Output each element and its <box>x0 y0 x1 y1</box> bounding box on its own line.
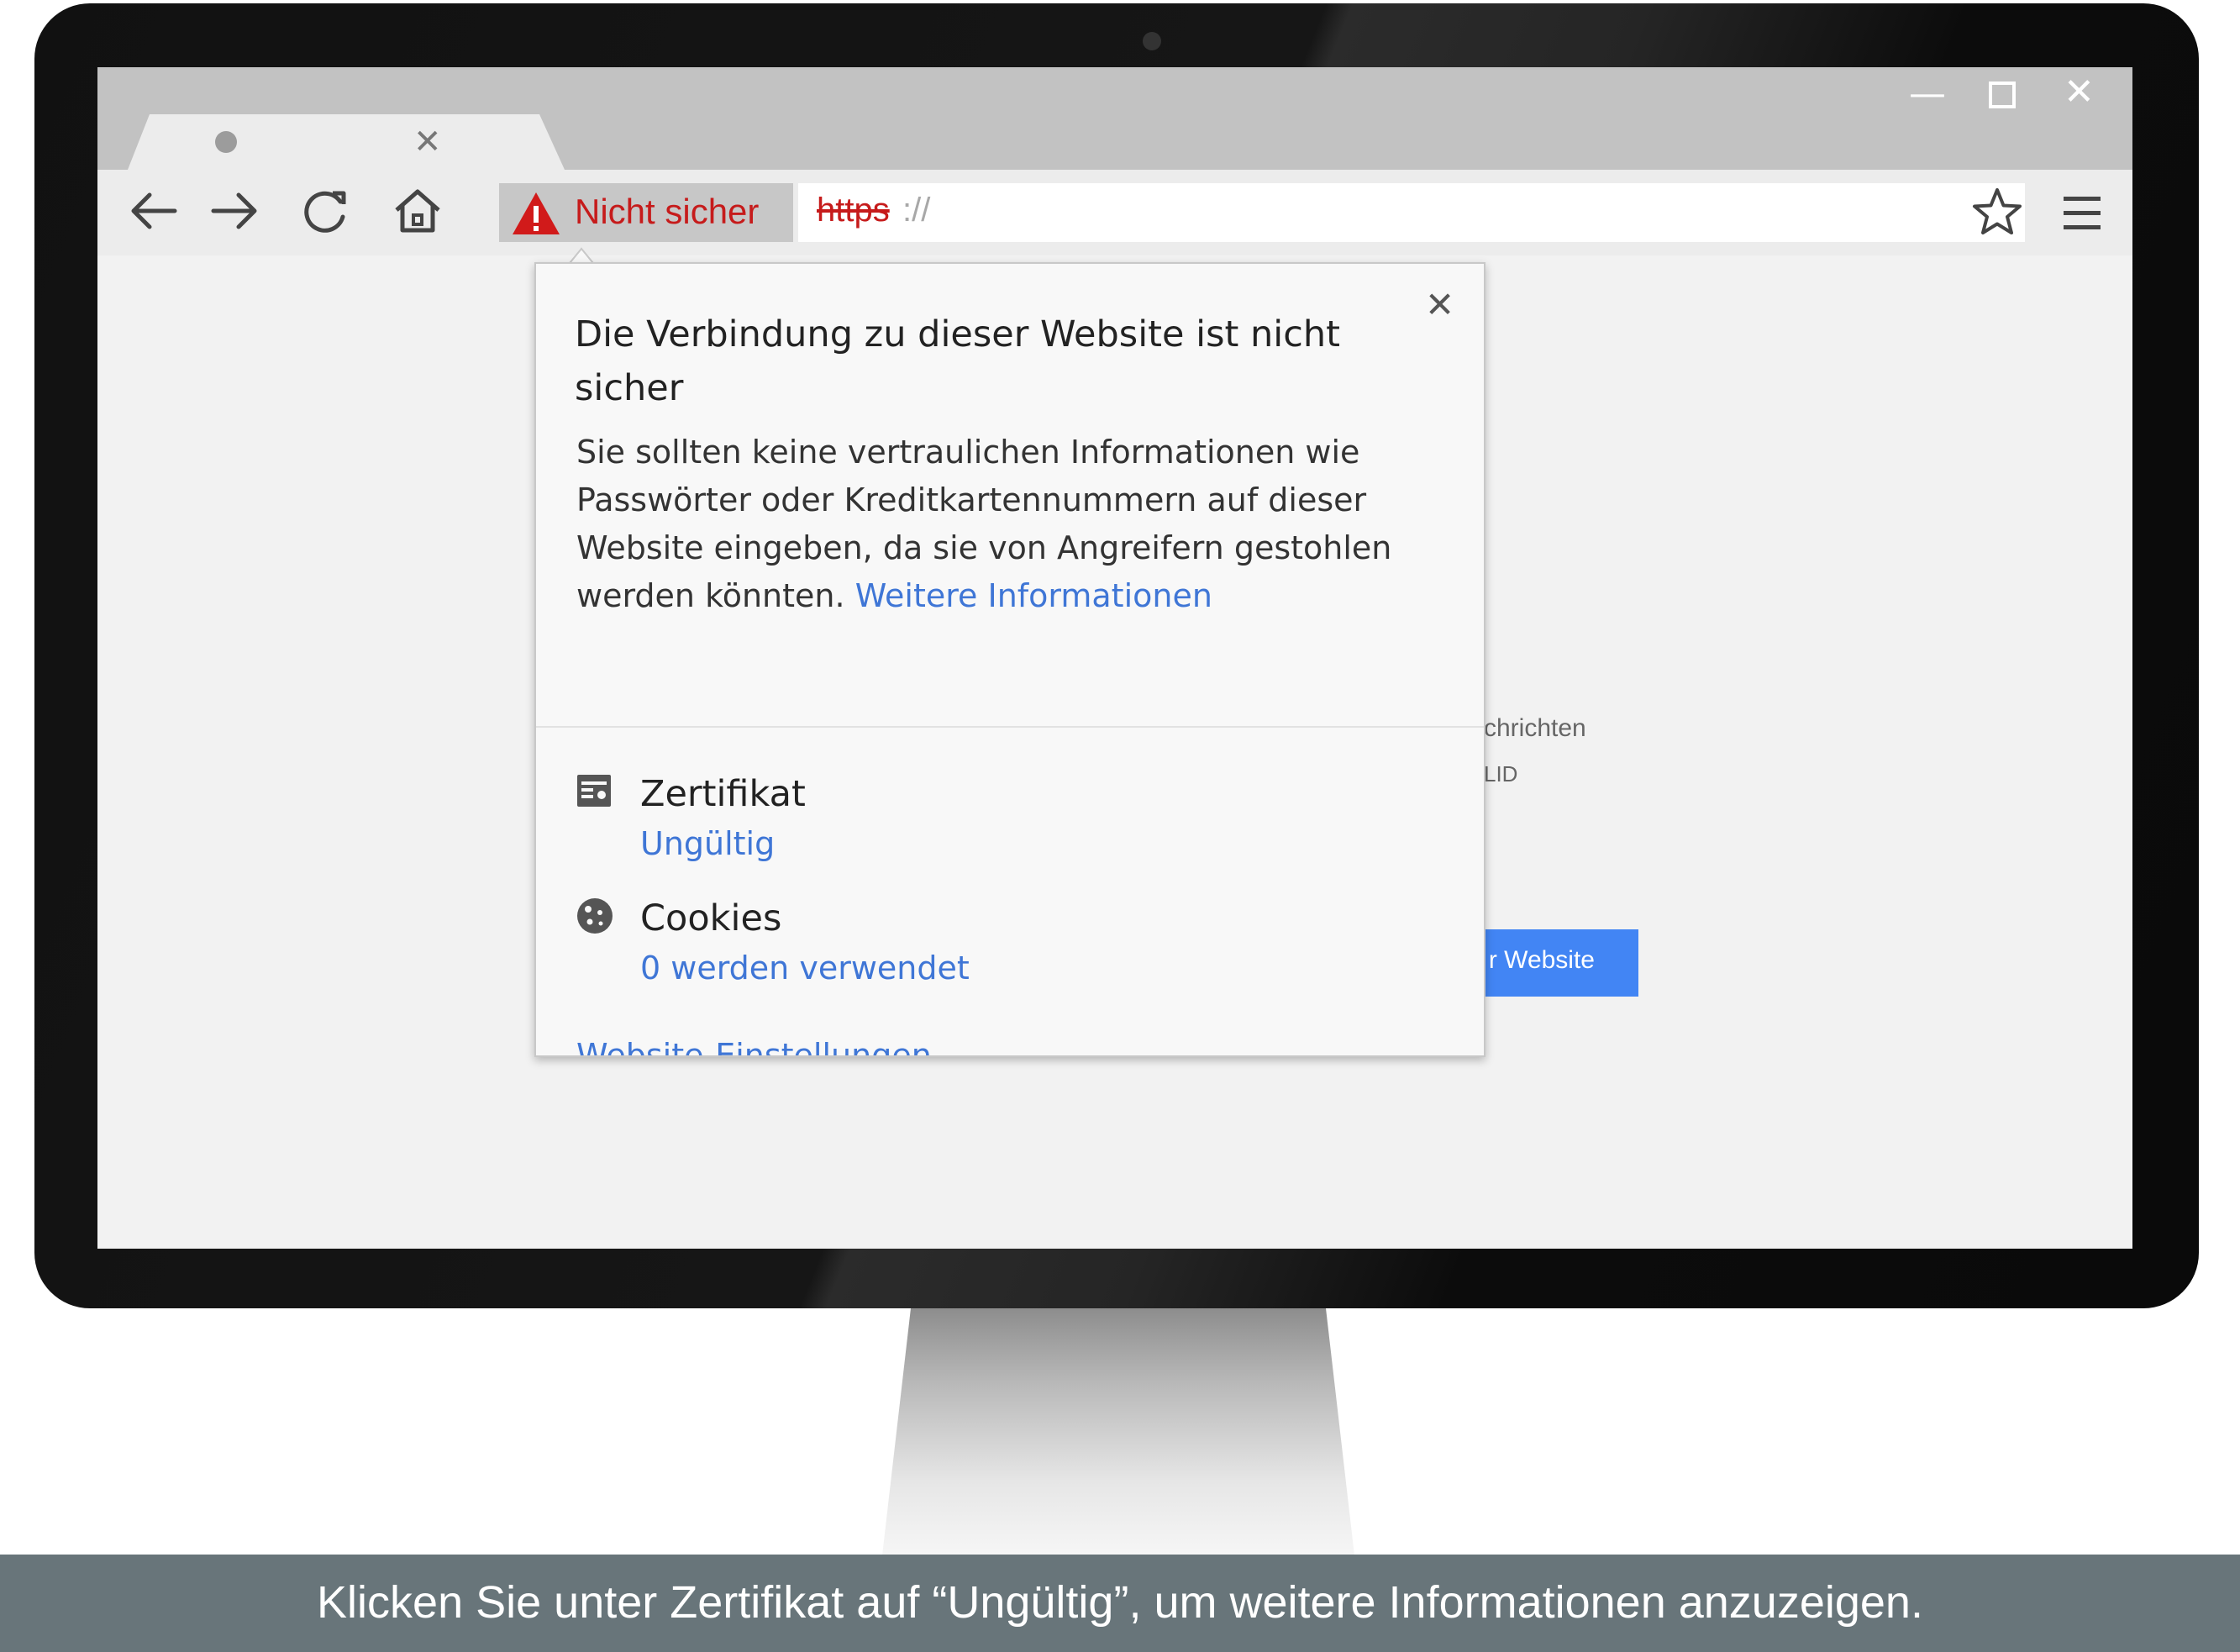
address-bar[interactable]: https :// <box>798 183 2025 242</box>
certificate-label: Zertifikat <box>640 773 806 815</box>
url-scheme: https <box>817 192 890 229</box>
learn-more-link[interactable]: Weitere Informationen <box>855 577 1212 614</box>
security-label: Nicht sicher <box>575 192 760 231</box>
page-text-fragment: chrichten <box>1484 714 1586 742</box>
back-arrow-icon[interactable] <box>124 182 183 240</box>
cookies-label: Cookies <box>640 897 782 939</box>
certificate-status-link[interactable]: Ungültig <box>640 825 775 862</box>
reload-icon[interactable] <box>296 182 355 240</box>
page-button-label: r Website <box>1488 946 1595 974</box>
browser-window: ✕ — ✕ Nicht sicher https :// chrichten L… <box>97 67 2132 1249</box>
divider <box>536 726 1484 728</box>
popup-title: Die Verbindung zu dieser Website ist nic… <box>575 313 1340 409</box>
close-window-icon[interactable]: ✕ <box>2064 74 2095 111</box>
menu-icon[interactable] <box>2059 192 2106 235</box>
site-info-popup: ✕ Die Verbindung zu dieser Website ist n… <box>534 262 1485 1057</box>
minimize-icon[interactable]: — <box>1909 76 1946 113</box>
page-text-fragment-2: LID <box>1484 761 1518 787</box>
popup-description: Sie sollten keine vertraulichen Informat… <box>576 429 1450 620</box>
caption-text: Klicken Sie unter Zertifikat auf “Ungült… <box>317 1577 1923 1628</box>
tab-favicon <box>215 131 237 153</box>
webcam <box>1143 32 1161 50</box>
close-icon[interactable]: ✕ <box>1425 284 1454 325</box>
bookmark-star-icon[interactable] <box>1969 185 2025 240</box>
security-chip[interactable]: Nicht sicher <box>499 183 793 242</box>
url-rest: :// <box>902 192 931 229</box>
tab-close-icon[interactable]: ✕ <box>413 123 442 161</box>
browser-tab[interactable] <box>128 114 565 170</box>
cookies-status-link[interactable]: 0 werden verwendet <box>640 950 970 986</box>
maximize-icon[interactable] <box>1988 79 2017 116</box>
caption-bar: Klicken Sie unter Zertifikat auf “Ungült… <box>0 1555 2240 1652</box>
monitor-stand <box>882 1308 1354 1555</box>
forward-arrow-icon[interactable] <box>205 182 264 240</box>
warning-triangle-icon <box>513 192 560 234</box>
website-settings-link[interactable]: Website-Einstellungen <box>576 1037 932 1055</box>
cookie-icon <box>577 898 613 934</box>
certificate-icon <box>577 775 611 807</box>
home-icon[interactable] <box>388 182 447 240</box>
